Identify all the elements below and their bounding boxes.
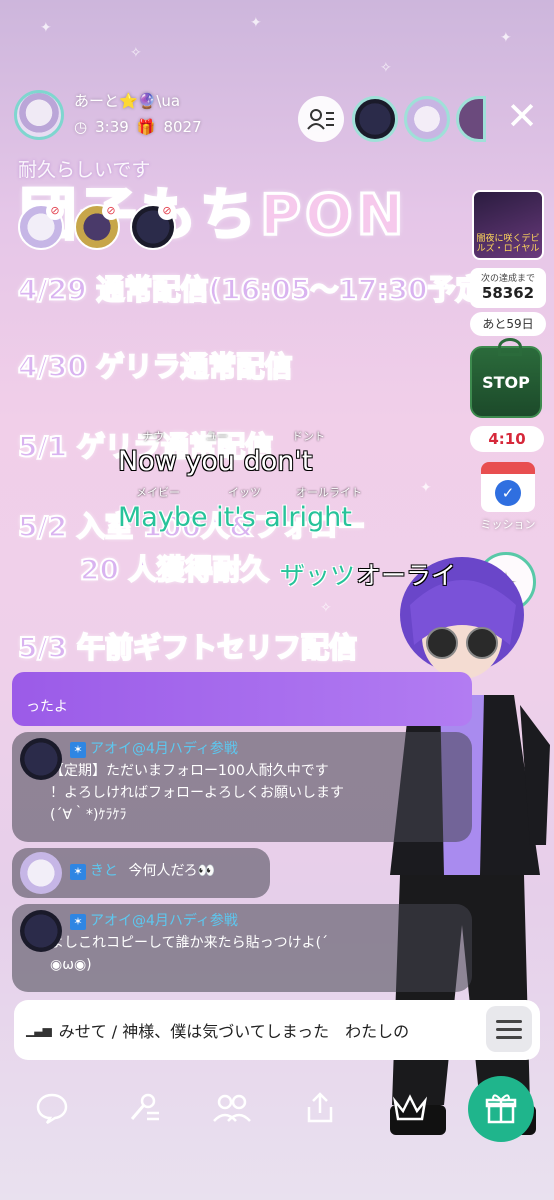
comment-item[interactable]: ✶ きと 今何人だろ👀 — [12, 848, 270, 898]
mission-label: ミッション — [480, 518, 536, 531]
viewer-avatar[interactable] — [456, 96, 486, 142]
comment-button[interactable] — [30, 1086, 74, 1130]
menu-icon — [496, 1019, 522, 1023]
lyric-next-sung: ザッツ — [280, 561, 356, 590]
timer-icon: ◷ — [74, 118, 88, 136]
ranking-button[interactable] — [388, 1086, 432, 1130]
lyric-line-active: Maybe it's alright — [118, 502, 352, 533]
listener-list-icon — [307, 109, 334, 130]
crown-icon — [392, 1094, 428, 1121]
schedule-line: 20 人獲得耐久 — [79, 552, 270, 587]
comment-text: ！よろしければフォローよろしくお願いします — [50, 785, 344, 801]
share-button[interactable] — [298, 1086, 342, 1130]
sparkle-decoration: ✧ — [130, 45, 142, 61]
sparkle-decoration: ✦ — [250, 15, 262, 31]
stream-duration: 3:39 — [95, 118, 129, 136]
commenter-name[interactable]: きと — [90, 863, 118, 879]
goal-box[interactable]: 次の達成まで 58362 — [470, 268, 546, 308]
schedule-line: 4/29 通常配信(16:05〜17:30予定 — [17, 272, 484, 307]
goal-label: 次の達成まで — [480, 274, 535, 284]
lyric-next: オーライ — [356, 561, 457, 590]
menu-button[interactable] — [486, 1006, 532, 1052]
host-avatar[interactable] — [14, 90, 64, 140]
event-banner[interactable]: 闇夜に咲くデビルズ・ロイヤル — [472, 190, 544, 260]
comment-item[interactable]: ✶ アオイ@4月ハディ参戦 よしこれコピーして誰か来たら貼っつけよ(´ ◉ω◉) — [12, 904, 472, 992]
mute-icon: ⊘ — [158, 202, 176, 220]
viewer-avatar[interactable] — [352, 96, 398, 142]
commenter-name[interactable]: アオイ@4月ハディ参戦 — [90, 741, 238, 757]
schedule-line: 4/30 ゲリラ通常配信 — [17, 349, 293, 384]
lyric-ruby: イッツ — [228, 486, 261, 499]
star-badge-icon: ✶ — [70, 742, 86, 758]
menu-icon-line — [496, 1035, 522, 1039]
lyric-ruby: ドント — [292, 430, 325, 443]
star-badge-icon: ✶ — [70, 864, 86, 880]
points-icon: 🎁 — [136, 118, 156, 136]
guest-avatar[interactable]: ⊘ — [74, 202, 120, 250]
commenter-avatar[interactable] — [20, 738, 62, 780]
lyric-ruby: オールライト — [296, 486, 362, 499]
comment-text: よしこれコピーして誰か来たら貼っつけよ(´ — [50, 935, 329, 951]
points-count: 8027 — [163, 118, 202, 136]
sparkle-decoration: ✧ — [320, 600, 332, 616]
viewer-avatar[interactable] — [404, 96, 450, 142]
lyric-line: Now you don't — [118, 446, 313, 477]
comment-icon — [36, 1093, 68, 1125]
stop-label: STOP — [482, 372, 530, 392]
sparkle-decoration: ✦ — [420, 480, 432, 496]
days-left: あと59日 — [470, 312, 546, 336]
sparkle-decoration: ✦ — [40, 20, 52, 36]
guest-avatar[interactable]: ⊘ — [130, 202, 176, 250]
star-badge-icon: ✶ — [70, 914, 86, 930]
comment-text: (´∀｀*)ｹﾗｹﾗ — [50, 807, 127, 823]
lyric-ruby: メイビー — [136, 486, 180, 499]
calendar-icon: ✓ — [481, 462, 535, 512]
comment-text: ◉ω◉) — [50, 957, 92, 973]
menu-icon-line — [496, 1027, 522, 1031]
system-message-text: ったよ — [26, 699, 68, 715]
mute-icon: ⊘ — [46, 202, 64, 220]
host-name[interactable]: あーと⭐🔮\ua — [74, 90, 180, 111]
stop-button[interactable]: STOP — [470, 338, 542, 418]
guest-avatar[interactable]: ⊘ — [18, 202, 64, 250]
comment-text: 【定期】ただいまフォロー100人耐久中です — [50, 763, 329, 779]
event-banner-text: 闇夜に咲くデビルズ・ロイヤル — [476, 234, 540, 254]
goal-value: 58362 — [481, 284, 535, 302]
mute-icon: ⊘ — [102, 202, 120, 220]
schedule-line: 5/3 午前ギフトセリフ配信 — [17, 630, 358, 665]
commenter-avatar[interactable] — [20, 910, 62, 952]
mic-level-icon: ▁▃▅ — [26, 1023, 52, 1037]
close-button[interactable]: ✕ — [500, 96, 544, 140]
lyric-ruby: ユー — [206, 430, 228, 443]
countdown-timer: 4:10 — [470, 426, 544, 452]
mission-button[interactable]: ✓ ミッション — [476, 462, 540, 534]
system-message: ったよ — [12, 672, 472, 726]
host-stats: ◷ 3:39 🎁 8027 — [74, 118, 202, 136]
lyric-ruby: ナウ — [142, 430, 164, 443]
comment-text: 今何人だろ👀 — [128, 863, 216, 879]
sparkle-decoration: ✧ — [380, 60, 392, 76]
collab-button[interactable] — [210, 1086, 254, 1130]
people-icon — [213, 1094, 251, 1122]
share-icon — [307, 1092, 333, 1123]
gift-button[interactable] — [468, 1076, 534, 1142]
singer-icon — [130, 1093, 159, 1121]
commenter-name[interactable]: アオイ@4月ハディ参戦 — [90, 913, 238, 929]
commenter-avatar[interactable] — [20, 852, 62, 894]
comment-item[interactable]: ✶ アオイ@4月ハディ参戦 【定期】ただいまフォロー100人耐久中です ！よろしけ… — [12, 732, 472, 842]
close-icon: ✕ — [506, 94, 538, 138]
listener-list-button[interactable] — [298, 96, 344, 142]
sing-button[interactable] — [122, 1086, 166, 1130]
now-playing-bar[interactable]: ▁▃▅ みせて / 神様、僕は気づいてしまった わたしの — [14, 1000, 540, 1060]
check-icon: ✓ — [495, 480, 521, 506]
sparkle-decoration: ✦ — [500, 30, 512, 46]
now-playing-text: みせて / 神様、僕は気づいてしまった わたしの — [58, 1022, 410, 1041]
gift-icon — [485, 1094, 517, 1124]
